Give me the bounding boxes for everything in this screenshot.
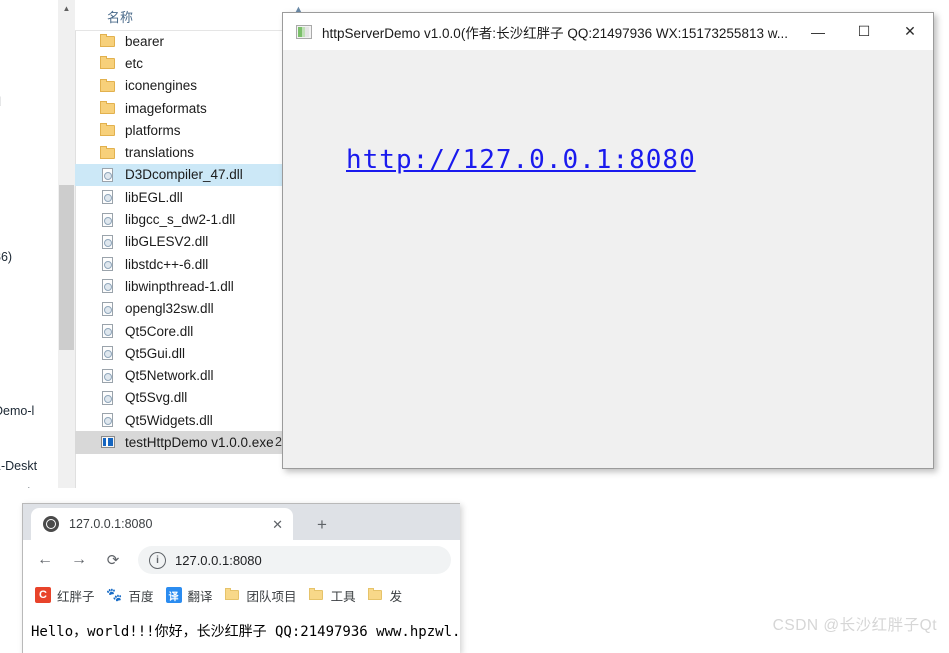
dll-file-icon [100, 412, 116, 428]
dll-file-icon [100, 345, 116, 361]
nav-pane-item-fragment[interactable]: 1-Deskt [0, 486, 37, 488]
forward-arrow-icon[interactable]: → [66, 547, 92, 573]
file-name: translations [125, 145, 195, 161]
dll-file-icon [100, 323, 116, 339]
folder-icon [100, 78, 116, 94]
bookmark-label: 团队项目 [246, 589, 297, 604]
baidu-icon: 🐾 [106, 587, 123, 602]
dll-file-icon [100, 390, 116, 406]
file-name: libGLESV2.dll [125, 234, 209, 250]
file-name: imageformats [125, 100, 207, 116]
globe-icon [43, 516, 59, 532]
bookmarks-bar[interactable]: C 红胖子 🐾 百度译翻译 团队项目 工具 发 [23, 580, 460, 611]
folder-icon [100, 55, 116, 71]
folder-icon [308, 587, 325, 603]
file-name: bearer [125, 33, 165, 49]
exe-file-icon [100, 434, 116, 450]
folder-icon [224, 587, 241, 603]
file-name: libgcc_s_dw2-1.dll [125, 212, 236, 228]
file-name: D3Dcompiler_47.dll [125, 167, 243, 183]
dll-file-icon [100, 189, 116, 205]
app-window-icon [296, 24, 312, 39]
site-info-icon[interactable]: i [149, 551, 166, 569]
app-window-title: httpServerDemo v1.0.0(作者:长沙红胖子 QQ:214979… [322, 25, 788, 41]
page-body-text: Hello，world!!!你好，长沙红胖子 QQ:21497936 www.h… [31, 624, 460, 640]
new-tab-button[interactable]: + [309, 513, 335, 537]
bookmark-label: 发 [389, 589, 403, 604]
dll-file-icon [100, 368, 116, 384]
close-icon[interactable]: ✕ [272, 518, 283, 531]
csdn-icon: C [35, 587, 51, 603]
folder-icon [100, 145, 116, 161]
file-name: iconengines [125, 78, 198, 94]
bookmark-item[interactable]: 发 [367, 586, 403, 605]
folder-icon [100, 100, 116, 116]
file-name: platforms [125, 122, 181, 138]
bookmark-label: 红胖子 [57, 589, 95, 604]
browser-tab-title: 127.0.0.1:8080 [69, 517, 153, 531]
file-name: Qt5Widgets.dll [125, 412, 213, 428]
chrome-browser-window[interactable]: 127.0.0.1:8080 ✕ + ← → ⟳ i 127.0.0.1:808… [22, 503, 460, 653]
column-header-name[interactable]: 名称 [107, 7, 133, 26]
nav-pane-item-fragment[interactable]: 86) [0, 250, 12, 264]
explorer-nav-pane[interactable]: d 86) Demo-l 1-Deskt 1-Deskt [0, 0, 59, 488]
file-name: libstdc++-6.dll [125, 256, 209, 272]
file-name: Qt5Core.dll [125, 323, 194, 339]
translate-icon: 译 [165, 587, 182, 603]
bookmark-label: 百度 [128, 589, 154, 604]
folder-icon [100, 122, 116, 138]
back-arrow-icon[interactable]: ← [32, 547, 58, 573]
page-viewport: Hello，world!!!你好，长沙红胖子 QQ:21497936 www.h… [23, 610, 460, 653]
folder-icon [100, 33, 116, 49]
http-server-demo-window[interactable]: httpServerDemo v1.0.0(作者:长沙红胖子 QQ:214979… [282, 12, 934, 469]
server-url-link[interactable]: http://127.0.0.1:8080 [346, 145, 696, 175]
file-name: etc [125, 55, 144, 71]
watermark-text: CSDN @长沙红胖子Qt [772, 617, 937, 634]
dll-file-icon [100, 167, 116, 183]
bookmark-item[interactable]: C 红胖子 [35, 586, 95, 605]
bookmark-label: 翻译 [187, 589, 213, 604]
file-name: Qt5Gui.dll [125, 345, 186, 361]
scrollbar-thumb[interactable] [59, 185, 74, 350]
dll-file-icon [100, 256, 116, 272]
nav-pane-item-fragment[interactable]: Demo-l [0, 404, 34, 418]
file-name: libEGL.dll [125, 189, 183, 205]
app-window-client-area: http://127.0.0.1:8080 [283, 50, 933, 468]
dll-file-icon [100, 301, 116, 317]
dll-file-icon [100, 278, 116, 294]
bookmark-item[interactable]: 译翻译 [165, 586, 213, 605]
address-bar-url[interactable]: 127.0.0.1:8080 [175, 553, 262, 568]
folder-icon [367, 587, 384, 603]
file-name: testHttpDemo v1.0.0.exe [125, 434, 274, 450]
file-name: libwinpthread-1.dll [125, 278, 234, 294]
close-button[interactable]: ✕ [887, 13, 933, 50]
reload-icon[interactable]: ⟳ [100, 547, 126, 573]
file-name: opengl32sw.dll [125, 301, 214, 317]
bookmark-item[interactable]: 🐾 百度 [106, 586, 154, 605]
bookmark-label: 工具 [330, 589, 356, 604]
nav-pane-scrollbar[interactable]: ▲ [58, 0, 76, 488]
file-name: Qt5Svg.dll [125, 390, 188, 406]
browser-tab-strip[interactable]: 127.0.0.1:8080 ✕ + [23, 504, 460, 540]
app-window-titlebar[interactable]: httpServerDemo v1.0.0(作者:长沙红胖子 QQ:214979… [283, 13, 933, 50]
dll-file-icon [100, 212, 116, 228]
bookmark-item[interactable]: 团队项目 [224, 586, 297, 605]
maximize-button[interactable]: ☐ [841, 13, 887, 50]
minimize-button[interactable]: — [795, 13, 841, 50]
browser-toolbar[interactable]: ← → ⟳ i 127.0.0.1:8080 [23, 540, 460, 580]
nav-pane-item-fragment[interactable]: 1-Deskt [0, 459, 37, 473]
dll-file-icon [100, 234, 116, 250]
window-controls[interactable]: — ☐ ✕ [795, 13, 933, 50]
scroll-up-arrow[interactable]: ▲ [58, 0, 75, 17]
browser-tab[interactable]: 127.0.0.1:8080 ✕ [31, 508, 293, 540]
desktop-background: d86)Demo-l1-Deskt1-Deskt ▲ 名称 ▲ beareret… [0, 0, 949, 653]
bookmark-item[interactable]: 工具 [308, 586, 356, 605]
nav-pane-item-fragment[interactable]: d [0, 95, 1, 109]
file-name: Qt5Network.dll [125, 368, 214, 384]
address-bar[interactable]: i 127.0.0.1:8080 [138, 546, 451, 574]
